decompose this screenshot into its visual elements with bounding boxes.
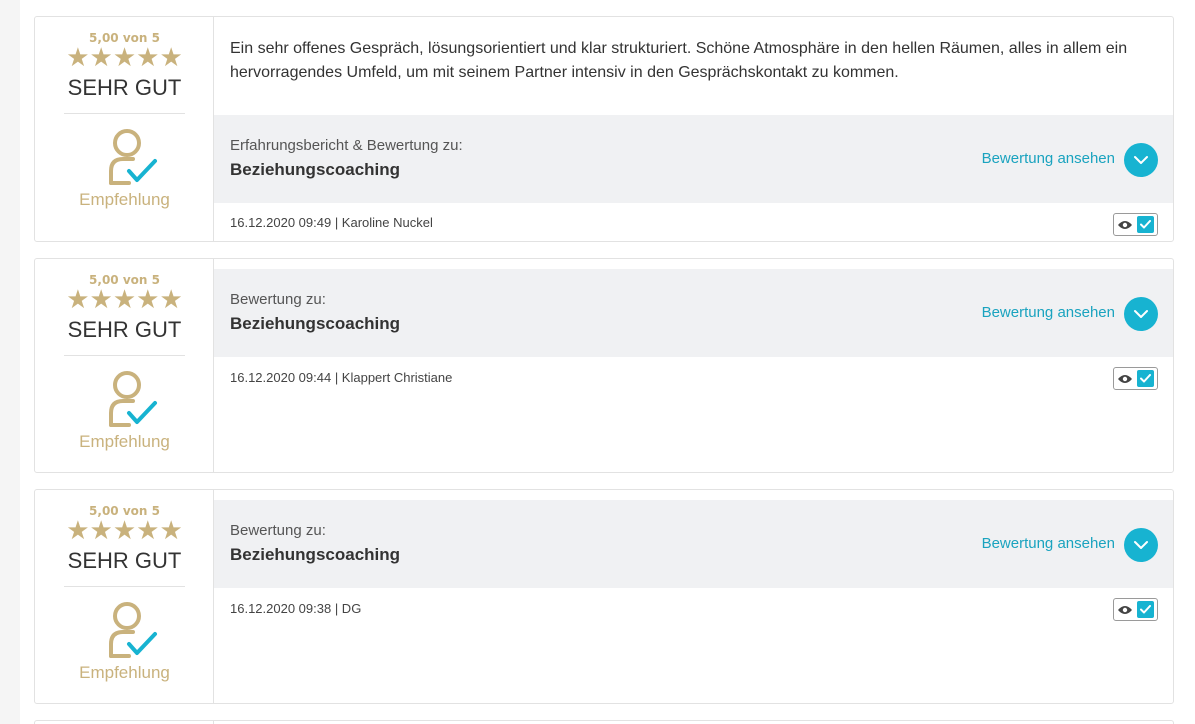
- eye-icon: [1118, 221, 1132, 229]
- view-review-link[interactable]: Bewertung ansehen: [982, 150, 1115, 167]
- review-badges: [1113, 367, 1158, 390]
- product-name: Beziehungscoaching: [230, 314, 401, 333]
- review-badges: [1113, 213, 1158, 236]
- chevron-down-icon: [1134, 541, 1148, 549]
- expand-review-button[interactable]: [1124, 143, 1158, 177]
- product-label: Bewertung zu:: [230, 291, 326, 308]
- person-check-icon: [107, 600, 161, 658]
- product-name: Beziehungscoaching: [230, 160, 401, 179]
- review-meta: 16.12.2020 09:49 | Karoline Nuckel: [230, 215, 433, 230]
- product-band: Bewertung zu: Beziehungscoaching Bewertu…: [214, 500, 1173, 588]
- divider: [64, 586, 185, 587]
- recommend-label: Empfehlung: [79, 432, 170, 451]
- divider: [64, 355, 185, 356]
- review-meta: 16.12.2020 09:38 | DG: [230, 601, 362, 616]
- person-check-icon: [107, 127, 161, 185]
- checkbox-checked-icon: [1140, 605, 1151, 614]
- verified-checkbox[interactable]: [1137, 370, 1154, 387]
- eye-icon: [1118, 606, 1132, 614]
- review-text: Ein sehr offenes Gespräch, lösungsorient…: [230, 40, 1128, 81]
- chevron-down-icon: [1134, 310, 1148, 318]
- product-band: Erfahrungsbericht & Bewertung zu: Bezieh…: [214, 115, 1173, 203]
- rating-stars: ★★★★★: [66, 43, 183, 73]
- rating-word: SEHR GUT: [67, 317, 182, 342]
- eye-icon: [1118, 375, 1132, 383]
- review-badges: [1113, 598, 1158, 621]
- view-review-link[interactable]: Bewertung ansehen: [982, 535, 1115, 552]
- rating-word: SEHR GUT: [67, 75, 182, 100]
- expand-review-button[interactable]: [1124, 297, 1158, 331]
- product-label: Bewertung zu:: [230, 522, 326, 539]
- checkbox-checked-icon: [1140, 220, 1151, 229]
- product-name: Beziehungscoaching: [230, 545, 401, 564]
- review-card: 5,00 von 5 ★★★★★ SEHR GUT Empfehlung Ein…: [34, 16, 1174, 242]
- recommend-label: Empfehlung: [79, 663, 170, 682]
- reviews-list: 5,00 von 5 ★★★★★ SEHR GUT Empfehlung Ein…: [20, 0, 1195, 724]
- rating-panel: 5,00 von 5 ★★★★★ SEHR GUT Empfehlung: [35, 490, 214, 703]
- review-content: Bewertung zu: Beziehungscoaching Bewertu…: [214, 490, 1173, 703]
- verified-checkbox[interactable]: [1137, 601, 1154, 618]
- verified-checkbox[interactable]: [1137, 216, 1154, 233]
- product-label: Erfahrungsbericht & Bewertung zu:: [230, 137, 463, 154]
- rating-panel: 5,00 von 5 ★★★★★ SEHR GUT Empfehlung: [35, 259, 214, 472]
- review-card: 5,00 von 5 ★★★★★ SEHR GUT Empfehlung Bew…: [34, 489, 1174, 704]
- page: 5,00 von 5 ★★★★★ SEHR GUT Empfehlung Ein…: [0, 0, 1195, 724]
- person-check-icon: [107, 369, 161, 427]
- review-meta: 16.12.2020 09:44 | Klappert Christiane: [230, 370, 453, 385]
- product-band: Bewertung zu: Beziehungscoaching Bewertu…: [214, 269, 1173, 357]
- recommend-label: Empfehlung: [79, 190, 170, 209]
- rating-stars: ★★★★★: [66, 516, 183, 546]
- review-content: Bewertung zu: Beziehungscoaching Bewertu…: [214, 259, 1173, 472]
- divider: [64, 113, 185, 114]
- expand-review-button[interactable]: [1124, 528, 1158, 562]
- chevron-down-icon: [1134, 156, 1148, 164]
- checkbox-checked-icon: [1140, 374, 1151, 383]
- review-card-partial: [34, 720, 1174, 724]
- rating-word: SEHR GUT: [67, 548, 182, 573]
- review-content: Ein sehr offenes Gespräch, lösungsorient…: [214, 17, 1173, 241]
- rating-panel: 5,00 von 5 ★★★★★ SEHR GUT Empfehlung: [35, 17, 214, 241]
- view-review-link[interactable]: Bewertung ansehen: [982, 304, 1115, 321]
- review-card: 5,00 von 5 ★★★★★ SEHR GUT Empfehlung Bew…: [34, 258, 1174, 473]
- rating-stars: ★★★★★: [66, 285, 183, 315]
